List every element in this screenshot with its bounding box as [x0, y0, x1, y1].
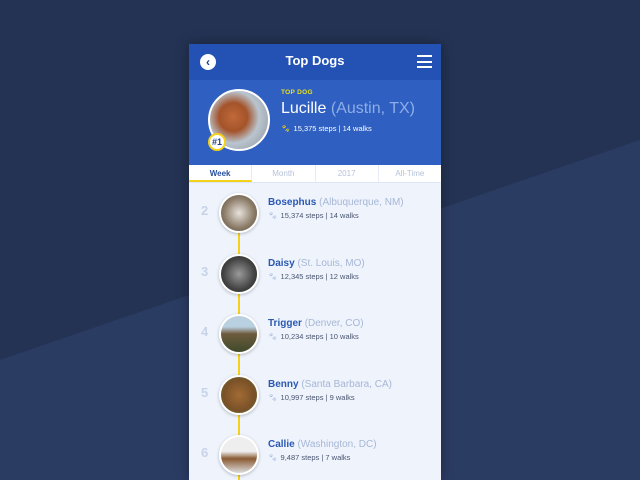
dog-avatar	[219, 435, 259, 475]
location-text: (Denver, CO)	[304, 318, 364, 329]
paw-icon: 🐾︎	[268, 453, 278, 462]
dog-list-item[interactable]: 3 Daisy (St. Louis, MO) 🐾︎ 12,345 steps |…	[189, 249, 441, 299]
dog-stats: 🐾︎ 10,997 steps | 9 walks	[268, 393, 355, 402]
phone-screen: ‹ Top Dogs TOP DOG Lucille (Austin, TX) …	[189, 44, 441, 480]
stats-text: 15,375 steps | 14 walks	[293, 124, 372, 133]
name-text: Bosephus	[268, 197, 317, 208]
rank-number: 2	[201, 203, 209, 218]
rank-number: 6	[201, 445, 209, 460]
stats-text: 15,374 steps | 14 walks	[280, 211, 359, 220]
name-text: Benny	[268, 378, 299, 390]
dog-stats: 🐾︎ 10,234 steps | 10 walks	[268, 332, 359, 341]
name-text: Lucille	[281, 100, 327, 117]
dog-avatar	[219, 193, 259, 233]
paw-icon: 🐾︎	[268, 392, 278, 402]
top-dog-stats: 🐾︎ 15,375 steps | 14 walks	[281, 124, 372, 133]
dog-stats: 🐾︎ 9,487 steps | 7 walks	[268, 453, 350, 462]
dog-list-item[interactable]: 5 Benny (Santa Barbara, CA) 🐾︎ 10,997 ste…	[189, 370, 441, 420]
dog-name: Daisy (St. Louis, MO)	[268, 258, 365, 269]
paw-icon: 🐾︎	[268, 271, 278, 281]
dog-stats: 🐾︎ 15,374 steps | 14 walks	[268, 211, 359, 220]
rank-number: 3	[201, 263, 209, 279]
dog-list-item[interactable]: 6 Callie (Washington, DC) 🐾︎ 9,487 steps …	[189, 430, 441, 480]
dog-list-item[interactable]: 4 Trigger (Denver, CO) 🐾︎ 10,234 steps | …	[189, 309, 441, 359]
name-text: Daisy	[268, 257, 295, 269]
location-text: (Albuquerque, NM)	[319, 197, 404, 208]
dog-avatar	[219, 314, 259, 354]
tab-all-time[interactable]: All-Time	[379, 165, 441, 182]
name-text: Trigger	[268, 318, 302, 329]
rank-badge: #1	[208, 133, 226, 151]
dog-stats: 🐾︎ 12,345 steps | 12 walks	[268, 272, 359, 281]
tab-2017[interactable]: 2017	[316, 165, 379, 182]
name-text: Callie	[268, 439, 295, 450]
dog-list-item[interactable]: 2 Bosephus (Albuquerque, NM) 🐾︎ 15,374 st…	[189, 188, 441, 238]
paw-icon: 🐾︎	[281, 124, 291, 133]
rank-number: 5	[201, 384, 209, 400]
stats-text: 9,487 steps | 7 walks	[280, 453, 351, 462]
dog-name: Callie (Washington, DC)	[268, 439, 377, 450]
location-text: (Washington, DC)	[297, 439, 377, 450]
top-bar: ‹ Top Dogs	[189, 44, 441, 80]
rank-number: 4	[201, 324, 209, 339]
dog-name: Trigger (Denver, CO)	[268, 318, 364, 329]
location-text: (St. Louis, MO)	[297, 257, 365, 269]
page-title: Top Dogs	[285, 53, 345, 68]
paw-icon: 🐾︎	[268, 332, 278, 341]
dog-name: Bosephus (Albuquerque, NM)	[268, 197, 404, 208]
top-dog-tag: TOP DOG	[281, 89, 313, 96]
tab-month[interactable]: Month	[252, 165, 316, 182]
stats-text: 10,997 steps | 9 walks	[280, 392, 355, 402]
period-tabs: Week Month 2017 All-Time	[189, 165, 441, 183]
stats-text: 12,345 steps | 12 walks	[280, 271, 359, 281]
top-dog-name: Lucille (Austin, TX)	[281, 100, 415, 118]
dog-avatar	[219, 253, 259, 294]
hamburger-icon[interactable]	[417, 55, 432, 68]
top-dog-card: TOP DOG Lucille (Austin, TX) 🐾︎ 15,375 st…	[189, 80, 441, 165]
paw-icon: 🐾︎	[268, 211, 278, 220]
stats-text: 10,234 steps | 10 walks	[280, 332, 359, 341]
location-text: (Santa Barbara, CA)	[301, 378, 392, 390]
tab-week[interactable]: Week	[189, 165, 253, 182]
dog-name: Benny (Santa Barbara, CA)	[268, 379, 392, 390]
location-text: (Austin, TX)	[330, 100, 415, 117]
dog-avatar	[219, 374, 259, 415]
